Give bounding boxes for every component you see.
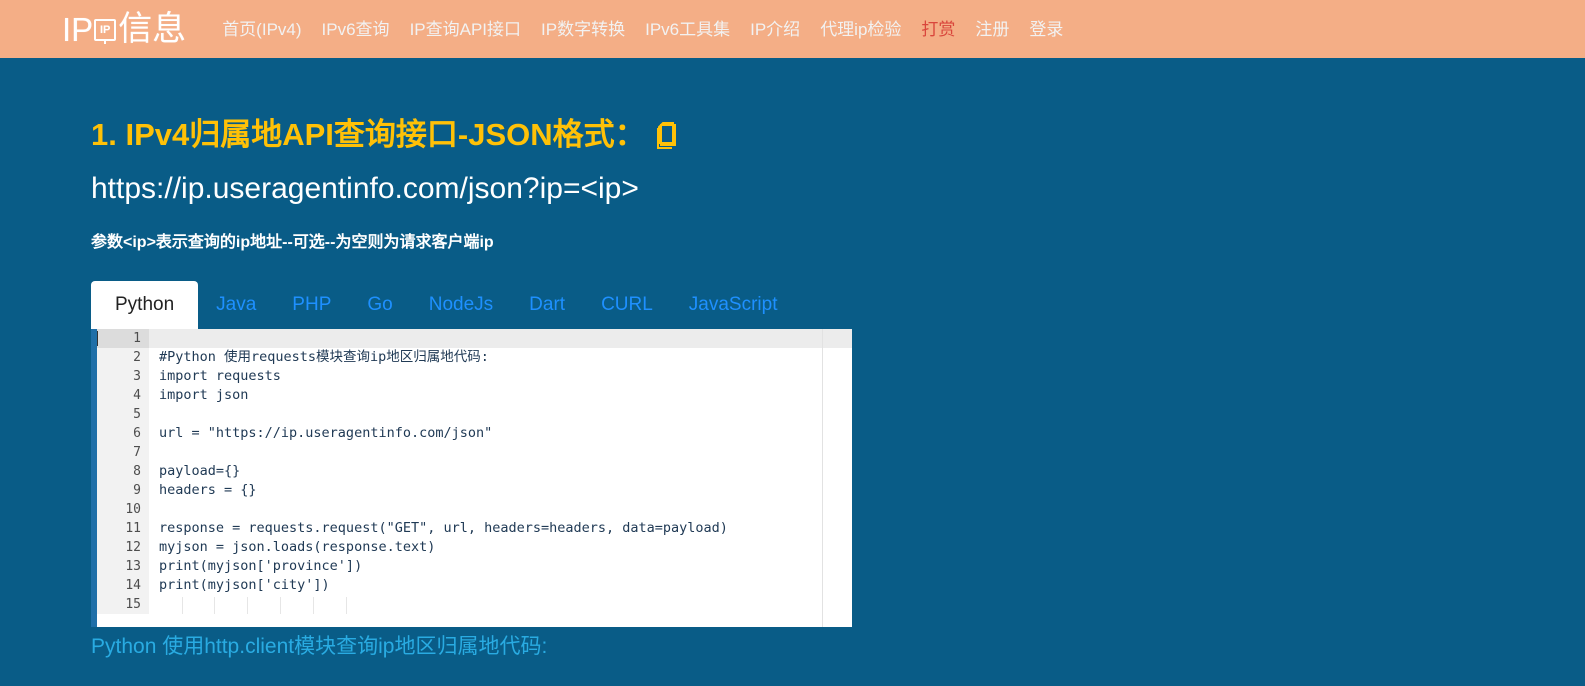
- code-line: 8 payload={}: [97, 461, 852, 481]
- line-source: print(myjson['city']): [159, 576, 330, 593]
- line-number: 11: [97, 518, 149, 538]
- code-editor[interactable]: 1 2 #Python 使用requests模块查询ip地区归属地代码: 3 i…: [91, 328, 852, 627]
- nav-item-donate[interactable]: 打赏: [911, 21, 965, 38]
- tab-python[interactable]: Python: [91, 280, 199, 329]
- tab-php[interactable]: PHP: [274, 281, 349, 329]
- code-line: 3 import requests: [97, 366, 852, 386]
- line-source: myjson = json.loads(response.text): [159, 538, 436, 555]
- page-body: 1. IPv4归属地API查询接口-JSON格式： https://ip.use…: [0, 116, 1585, 660]
- bottom-note: Python 使用http.client模块查询ip地区归属地代码:: [91, 634, 548, 658]
- code-line: 14 print(myjson['city']): [97, 575, 852, 595]
- tab-nodejs[interactable]: NodeJs: [411, 281, 511, 329]
- nav-item-register[interactable]: 注册: [965, 21, 1019, 38]
- nav-item-ipv6-query[interactable]: IPv6查询: [312, 21, 400, 38]
- code-line: 7: [97, 442, 852, 462]
- tab-java[interactable]: Java: [198, 281, 274, 329]
- nav-item-ip-api[interactable]: IP查询API接口: [400, 21, 531, 38]
- line-number: 10: [97, 499, 149, 519]
- line-source: url = "https://ip.useragentinfo.com/json…: [159, 424, 493, 441]
- code-line: 13 print(myjson['province']): [97, 556, 852, 576]
- line-source: headers = {}: [159, 481, 257, 498]
- code-line: 9 headers = {}: [97, 480, 852, 500]
- code-line: 15: [97, 594, 852, 614]
- logo-cn-text: 信息: [118, 10, 187, 48]
- page-title-text: 1. IPv4归属地API查询接口-JSON格式：: [91, 117, 646, 152]
- line-source: [149, 443, 852, 462]
- editor-ruler-line: [822, 328, 823, 627]
- nav-item-proxy-ip-check[interactable]: 代理ip检验: [810, 21, 911, 38]
- code-line: 5: [97, 404, 852, 424]
- tab-curl[interactable]: CURL: [583, 281, 671, 329]
- indent-guides: [149, 595, 852, 614]
- nav-item-ip-number-convert[interactable]: IP数字转换: [531, 21, 635, 38]
- nav-item-ipv6-tools[interactable]: IPv6工具集: [635, 21, 740, 38]
- line-source: [149, 405, 852, 424]
- line-source: import json: [159, 386, 249, 403]
- line-number: 3: [97, 366, 149, 386]
- parameter-description: 参数<ip>表示查询的ip地址--可选--为空则为请求客户端ip: [91, 233, 494, 251]
- line-number: 9: [97, 480, 149, 500]
- tab-dart[interactable]: Dart: [511, 281, 583, 329]
- code-lines: 1 2 #Python 使用requests模块查询ip地区归属地代码: 3 i…: [97, 328, 852, 614]
- text-caret: [97, 330, 98, 346]
- line-number: 8: [97, 461, 149, 481]
- line-number: 6: [97, 423, 149, 443]
- site-header: IP IP 信息 首页(IPv4) IPv6查询 IP查询API接口 IP数字转…: [0, 0, 1585, 58]
- line-number: 12: [97, 537, 149, 557]
- page-title: 1. IPv4归属地API查询接口-JSON格式：: [91, 116, 1585, 155]
- code-line: 4 import json: [97, 385, 852, 405]
- logo-ip-text: IP: [62, 10, 94, 48]
- line-number: 2: [97, 347, 149, 367]
- line-source: #Python 使用requests模块查询ip地区归属地代码:: [159, 348, 489, 365]
- nav-item-ip-intro[interactable]: IP介绍: [740, 21, 810, 38]
- code-line: 6 url = "https://ip.useragentinfo.com/js…: [97, 423, 852, 443]
- line-source: payload={}: [159, 462, 241, 479]
- line-number: 7: [97, 442, 149, 462]
- line-source: import requests: [159, 367, 281, 384]
- line-source: [149, 329, 852, 348]
- line-source: print(myjson['province']): [159, 557, 363, 574]
- nav-item-home-ipv4[interactable]: 首页(IPv4): [212, 21, 311, 38]
- code-line: 1: [97, 328, 852, 348]
- line-number: 14: [97, 575, 149, 595]
- site-logo[interactable]: IP IP 信息: [62, 12, 186, 46]
- line-number: 5: [97, 404, 149, 424]
- api-endpoint-url: https://ip.useragentinfo.com/json?ip=<ip…: [91, 171, 639, 205]
- line-source: [149, 595, 852, 614]
- line-number: 4: [97, 385, 149, 405]
- pages-icon: [654, 122, 680, 152]
- tab-javascript[interactable]: JavaScript: [671, 281, 796, 329]
- tab-go[interactable]: Go: [349, 281, 410, 329]
- code-line: 2 #Python 使用requests模块查询ip地区归属地代码:: [97, 347, 852, 367]
- line-source: response = requests.request("GET", url, …: [159, 519, 728, 536]
- line-number: 15: [97, 594, 149, 614]
- code-line: 11 response = requests.request("GET", ur…: [97, 518, 852, 538]
- line-number: 13: [97, 556, 149, 576]
- nav-item-login[interactable]: 登录: [1019, 21, 1073, 38]
- code-language-tabs: Python Java PHP Go NodeJs Dart CURL Java…: [91, 280, 852, 329]
- code-line: 12 myjson = json.loads(response.text): [97, 537, 852, 557]
- code-line: 10: [97, 499, 852, 519]
- line-source: [149, 500, 852, 519]
- main-navigation: 首页(IPv4) IPv6查询 IP查询API接口 IP数字转换 IPv6工具集…: [212, 21, 1073, 38]
- line-number: 1: [97, 328, 149, 348]
- logo-ip-badge-icon: IP: [94, 19, 117, 41]
